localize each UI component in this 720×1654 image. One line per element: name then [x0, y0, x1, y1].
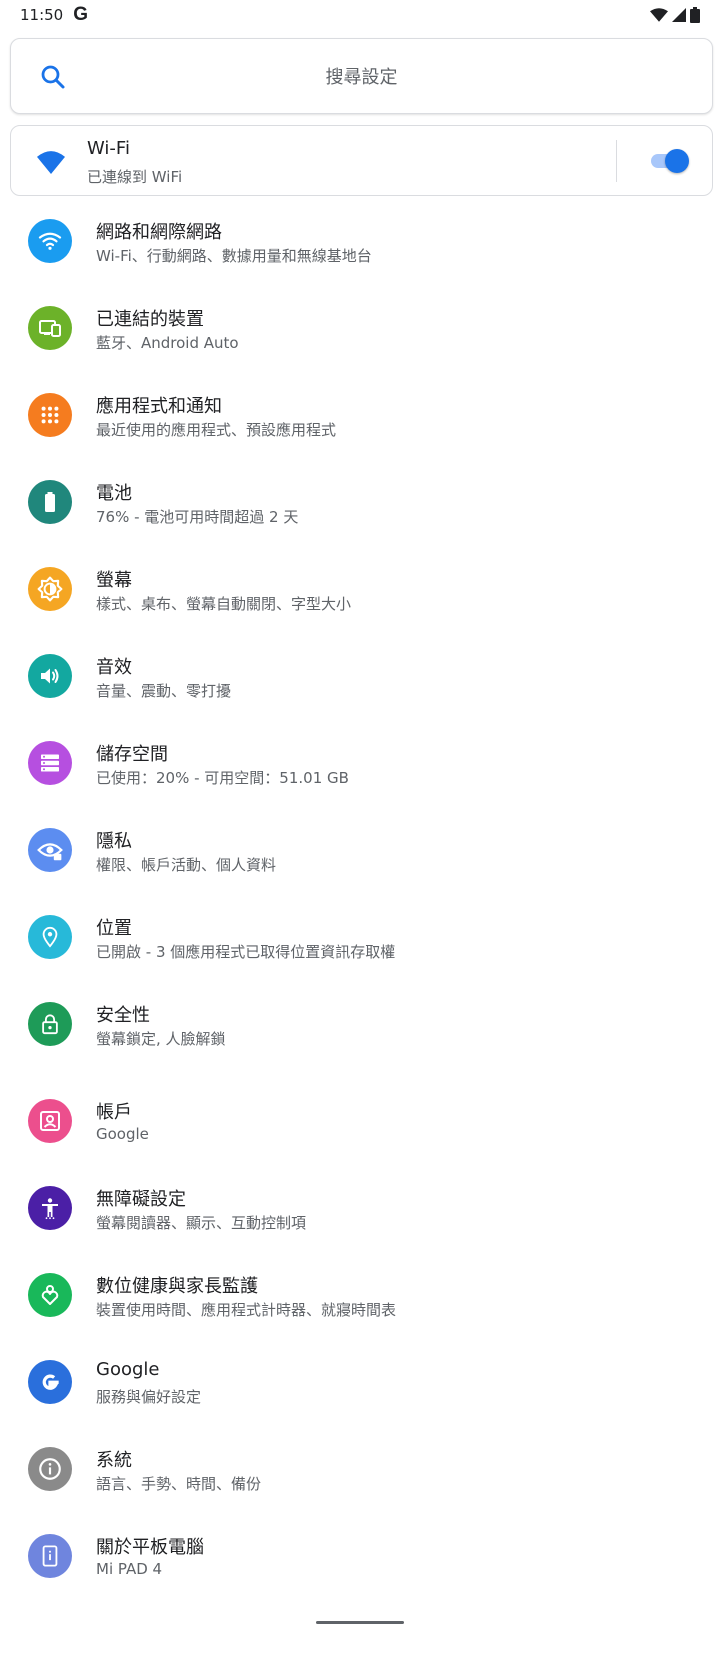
settings-item-accounts[interactable]: 帳戶 Google [0, 1080, 720, 1160]
item-title: 隱私 [96, 831, 132, 852]
brightness-icon [28, 567, 72, 611]
item-subtitle: 藍牙、Android Auto [96, 334, 239, 352]
item-title: 音效 [96, 657, 132, 678]
tablet-info-icon [28, 1534, 72, 1578]
settings-item-privacy[interactable]: 隱私 權限、帳戶活動、個人資料 [0, 809, 720, 889]
item-title: 電池 [96, 483, 132, 504]
search-bar[interactable]: 搜尋設定 [10, 38, 713, 114]
devices-icon [28, 306, 72, 350]
item-title: 網路和網際網路 [96, 222, 222, 243]
item-subtitle: 樣式、桌布、螢幕自動關閉、字型大小 [96, 595, 352, 613]
wifi-toggle-thumb [665, 149, 689, 173]
settings-item-connected-devices[interactable]: 已連結的裝置 藍牙、Android Auto [0, 287, 720, 367]
item-title: 帳戶 [96, 1102, 132, 1123]
wellbeing-heart-icon [28, 1273, 72, 1317]
item-title: 關於平板電腦 [96, 1537, 204, 1558]
item-title: 已連結的裝置 [96, 309, 204, 330]
storage-icon [28, 741, 72, 785]
settings-item-security[interactable]: 安全性 螢幕鎖定, 人臉解鎖 [0, 983, 720, 1063]
settings-item-network[interactable]: 網路和網際網路 Wi-Fi、行動網路、數據用量和無線基地台 [0, 200, 720, 280]
item-subtitle: 76% - 電池可用時間超過 2 天 [96, 508, 299, 526]
battery-icon [28, 480, 72, 524]
wifi-quick-card[interactable]: Wi-Fi 已連線到 WiFi [10, 125, 713, 196]
apps-grid-icon [28, 393, 72, 437]
item-subtitle: 螢幕閱讀器、顯示、互動控制項 [96, 1214, 307, 1232]
settings-item-accessibility[interactable]: 無障礙設定 螢幕閱讀器、顯示、互動控制項 [0, 1167, 720, 1247]
item-subtitle: 最近使用的應用程式、預設應用程式 [96, 421, 337, 439]
wifi-status-icon [650, 8, 668, 22]
item-subtitle: 語言、手勢、時間、備份 [96, 1475, 262, 1493]
item-subtitle: Wi-Fi、行動網路、數據用量和無線基地台 [96, 247, 372, 265]
google-notification-icon: G [73, 4, 89, 25]
search-placeholder: 搜尋設定 [325, 67, 398, 88]
item-subtitle: 已開啟 - 3 個應用程式已取得位置資訊存取權 [96, 943, 396, 961]
item-subtitle: 音量、震動、零打擾 [96, 682, 232, 700]
status-time: 11:50 [20, 6, 64, 24]
location-pin-icon [28, 915, 72, 959]
account-icon [28, 1099, 72, 1143]
item-subtitle: Google [96, 1125, 149, 1143]
item-title: 安全性 [96, 1005, 150, 1026]
wifi-icon [35, 146, 67, 178]
signal-icon [672, 8, 686, 22]
settings-item-location[interactable]: 位置 已開啟 - 3 個應用程式已取得位置資訊存取權 [0, 896, 720, 976]
battery-status-icon [690, 7, 700, 23]
settings-item-sound[interactable]: 音效 音量、震動、零打擾 [0, 635, 720, 715]
accessibility-icon [28, 1186, 72, 1230]
wifi-title: Wi-Fi [87, 138, 130, 159]
settings-item-apps[interactable]: 應用程式和通知 最近使用的應用程式、預設應用程式 [0, 374, 720, 454]
search-icon [38, 62, 68, 92]
settings-item-system[interactable]: 系統 語言、手勢、時間、備份 [0, 1428, 720, 1508]
item-subtitle: 已使用：20% - 可用空間：51.01 GB [96, 769, 349, 787]
item-subtitle: 裝置使用時間、應用程式計時器、就寢時間表 [96, 1301, 397, 1319]
item-title: 系統 [96, 1450, 132, 1471]
item-subtitle: 權限、帳戶活動、個人資料 [96, 856, 277, 874]
wifi-divider [616, 140, 617, 182]
settings-item-storage[interactable]: 儲存空間 已使用：20% - 可用空間：51.01 GB [0, 722, 720, 802]
volume-icon [28, 654, 72, 698]
item-title: 儲存空間 [96, 744, 168, 765]
item-title: 應用程式和通知 [96, 396, 222, 417]
settings-item-display[interactable]: 螢幕 樣式、桌布、螢幕自動關閉、字型大小 [0, 548, 720, 628]
item-subtitle: Mi PAD 4 [96, 1560, 163, 1578]
item-title: 數位健康與家長監護 [96, 1276, 258, 1297]
status-bar: 11:50 G [0, 0, 720, 30]
gesture-nav-handle[interactable] [316, 1621, 404, 1624]
settings-item-battery[interactable]: 電池 76% - 電池可用時間超過 2 天 [0, 461, 720, 541]
settings-item-about-tablet[interactable]: 關於平板電腦 Mi PAD 4 [0, 1515, 720, 1595]
item-title: Google [96, 1359, 160, 1380]
settings-item-google[interactable]: Google 服務與偏好設定 [0, 1341, 720, 1421]
info-icon [28, 1447, 72, 1491]
item-title: 位置 [96, 918, 132, 939]
privacy-eye-icon [28, 828, 72, 872]
wifi-toggle[interactable] [651, 149, 689, 173]
network-wifi-icon [28, 219, 72, 263]
item-subtitle: 螢幕鎖定, 人臉解鎖 [96, 1030, 226, 1048]
item-title: 螢幕 [96, 570, 132, 591]
item-title: 無障礙設定 [96, 1189, 186, 1210]
item-subtitle: 服務與偏好設定 [96, 1388, 202, 1406]
lock-icon [28, 1002, 72, 1046]
settings-item-digital-wellbeing[interactable]: 數位健康與家長監護 裝置使用時間、應用程式計時器、就寢時間表 [0, 1254, 720, 1334]
wifi-subtitle: 已連線到 WiFi [87, 168, 183, 186]
google-g-icon [28, 1360, 72, 1404]
